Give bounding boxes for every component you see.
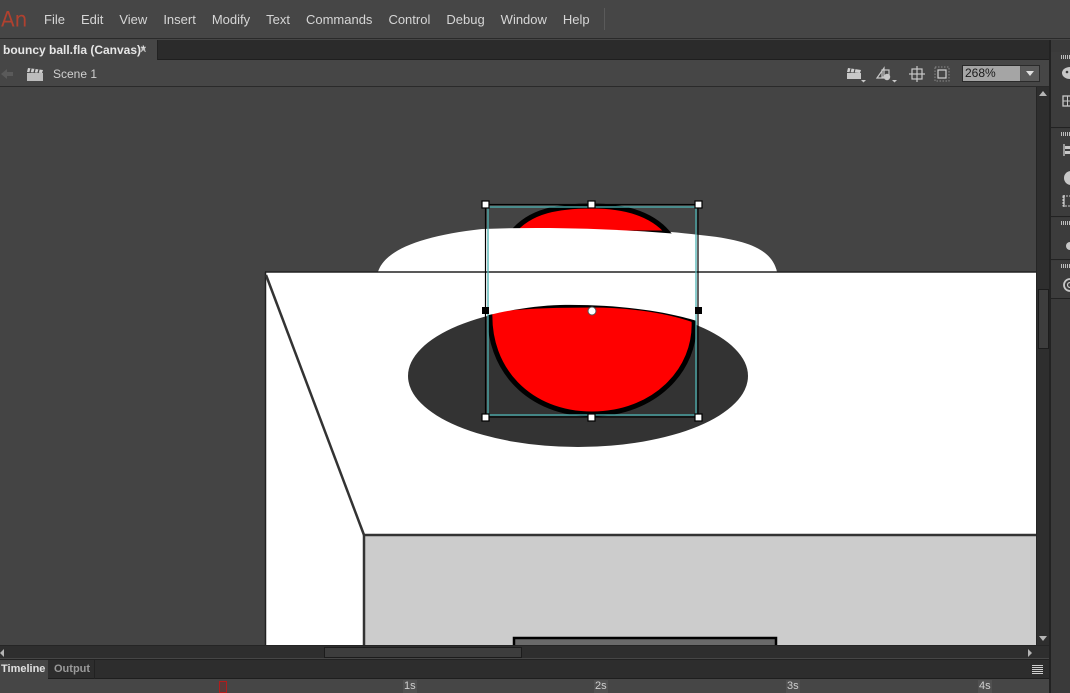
ruler-label-1s: 1s (403, 680, 417, 693)
panel-group-transform (1051, 129, 1070, 217)
scene-label[interactable]: Scene 1 (53, 61, 97, 87)
brush-dot-icon[interactable] (1061, 239, 1070, 253)
menu-view[interactable]: View (111, 0, 155, 39)
ruler-label-3s: 3s (786, 680, 800, 693)
document-tab-title: bouncy ball.fla (Canvas)* (3, 43, 146, 57)
document-tab[interactable]: bouncy ball.fla (Canvas)* × (0, 40, 158, 60)
back-arrow-icon[interactable] (1, 67, 15, 81)
menu-window[interactable]: Window (493, 0, 555, 39)
ruler-label-2s: 2s (594, 680, 608, 693)
zoom-dropdown-button[interactable] (1021, 66, 1039, 81)
panel-group-brush (1051, 218, 1070, 260)
clip-content-icon[interactable] (931, 65, 953, 83)
menu-control[interactable]: Control (380, 0, 438, 39)
align-icon[interactable] (1061, 143, 1070, 157)
menu-insert[interactable]: Insert (155, 0, 204, 39)
edit-scene-icon[interactable] (845, 65, 867, 83)
vertical-scrollbar[interactable] (1036, 87, 1049, 645)
grip-icon[interactable] (1061, 264, 1070, 268)
stage-artwork (264, 200, 1036, 645)
grip-icon[interactable] (1061, 221, 1070, 225)
transform-icon[interactable] (1061, 194, 1070, 208)
scroll-left-arrow-icon[interactable] (0, 649, 4, 657)
edit-symbols-icon[interactable] (875, 65, 897, 83)
vertical-scroll-thumb[interactable] (1038, 289, 1049, 349)
grip-icon[interactable] (1061, 55, 1070, 59)
tab-output[interactable]: Output (48, 660, 95, 679)
horizontal-scroll-thumb[interactable] (324, 647, 522, 658)
menu-file[interactable]: File (36, 0, 73, 39)
menu-edit[interactable]: Edit (73, 0, 111, 39)
timeline-panel-header: Timeline Output (0, 659, 1049, 679)
menu-separator (603, 8, 605, 30)
snap-to-center-icon[interactable] (906, 65, 928, 83)
floor-slot (512, 636, 778, 645)
scroll-right-arrow-icon[interactable] (1028, 649, 1032, 657)
stage-canvas[interactable] (0, 87, 1036, 645)
zoom-input[interactable]: 268% (963, 66, 1021, 81)
scroll-up-arrow-icon[interactable] (1039, 91, 1047, 96)
panel-group-color (1051, 52, 1070, 128)
horizontal-scrollbar[interactable] (0, 645, 1049, 658)
panel-group-libraries (1051, 261, 1070, 299)
color-circle-icon[interactable] (1061, 171, 1070, 185)
color-palette-icon[interactable] (1061, 66, 1070, 80)
zoom-control: 268% (962, 65, 1040, 82)
scene-clapper-icon (27, 68, 43, 81)
tab-timeline[interactable]: Timeline (0, 660, 48, 679)
timeline-ruler[interactable]: 1s 2s 3s 4s (0, 680, 1049, 693)
menu-help[interactable]: Help (555, 0, 598, 39)
menu-commands[interactable]: Commands (298, 0, 380, 39)
floor-block (362, 533, 1036, 645)
animate-window: An File Edit View Insert Modify Text Com… (0, 0, 1070, 693)
menu-modify[interactable]: Modify (204, 0, 258, 39)
close-tab-icon[interactable]: × (140, 40, 146, 60)
menu-text[interactable]: Text (258, 0, 298, 39)
scroll-down-arrow-icon[interactable] (1039, 636, 1047, 641)
cc-libraries-icon[interactable] (1061, 278, 1070, 292)
grip-icon[interactable] (1061, 132, 1070, 136)
right-panel-dock (1049, 40, 1070, 693)
app-logo: An (1, 6, 28, 32)
menu-bar: An File Edit View Insert Modify Text Com… (0, 0, 1070, 39)
playhead[interactable] (219, 681, 227, 693)
menu-debug[interactable]: Debug (438, 0, 492, 39)
ruler-label-4s: 4s (978, 680, 992, 693)
transform-point (587, 306, 597, 316)
panel-menu-icon[interactable] (1032, 665, 1043, 674)
edit-bar: Scene 1 268% (0, 61, 1049, 87)
document-tab-bar: bouncy ball.fla (Canvas)* × (0, 40, 1049, 60)
swatches-grid-icon[interactable] (1061, 94, 1070, 108)
